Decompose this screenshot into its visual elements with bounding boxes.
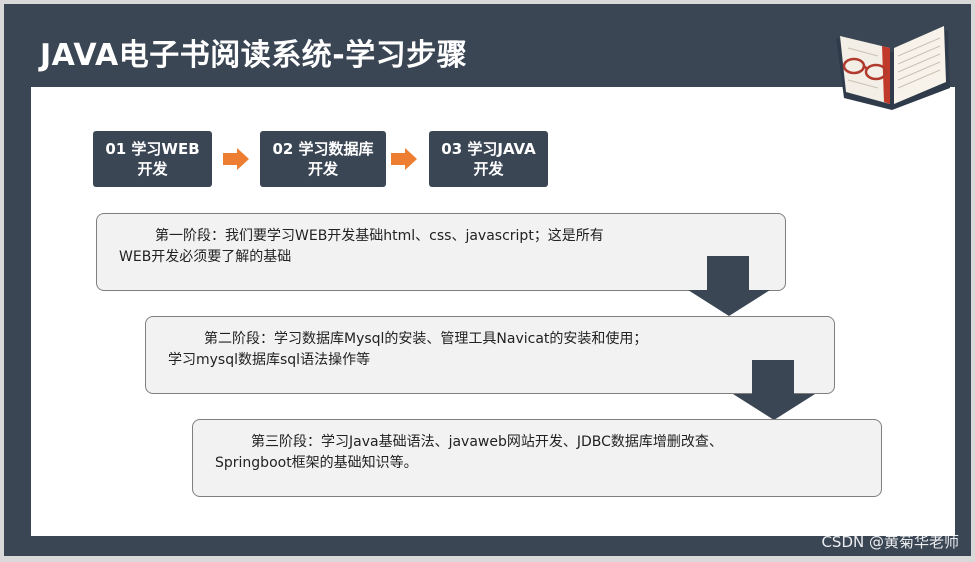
step-java: 03 学习JAVA 开发: [429, 131, 548, 187]
open-book-with-glasses-icon: [836, 26, 950, 110]
orange-right-arrow-icon: [391, 148, 417, 170]
step-label: 开发: [307, 160, 338, 178]
watermark: CSDN @黄菊华老师: [821, 533, 959, 551]
step-web: 01 学习WEB 开发: [93, 131, 212, 187]
stage-text-line: 学习mysql数据库sql语法操作等: [168, 352, 371, 368]
stage-text-line: 第三阶段：学习Java基础语法、javaweb网站开发、JDBC数据库增删改查、: [251, 434, 723, 450]
step-label: 开发: [473, 160, 504, 178]
dark-down-arrow-icon: [733, 360, 815, 420]
dark-down-arrow-icon: [688, 256, 770, 316]
step-label: 02 学习数据库: [272, 140, 374, 158]
step-label: 开发: [137, 160, 168, 178]
stage-three-box: 第三阶段：学习Java基础语法、javaweb网站开发、JDBC数据库增删改查、…: [192, 419, 882, 497]
slide-title: JAVA电子书阅读系统-学习步骤: [40, 38, 468, 73]
stage-text-line: 第一阶段：我们要学习WEB开发基础html、css、javascript；这是所…: [155, 228, 604, 244]
stage-one-box: 第一阶段：我们要学习WEB开发基础html、css、javascript；这是所…: [96, 213, 786, 291]
stage-text-line: 第二阶段：学习数据库Mysql的安装、管理工具Navicat的安装和使用；: [204, 331, 648, 347]
orange-right-arrow-icon: [223, 148, 249, 170]
stage-two-box: 第二阶段：学习数据库Mysql的安装、管理工具Navicat的安装和使用； 学习…: [145, 316, 835, 394]
step-label: 03 学习JAVA: [441, 140, 536, 158]
step-database: 02 学习数据库 开发: [260, 131, 386, 187]
step-label: 01 学习WEB: [105, 140, 200, 158]
stage-text-line: Springboot框架的基础知识等。: [215, 455, 418, 471]
stage-text-line: WEB开发必须要了解的基础: [119, 249, 292, 265]
